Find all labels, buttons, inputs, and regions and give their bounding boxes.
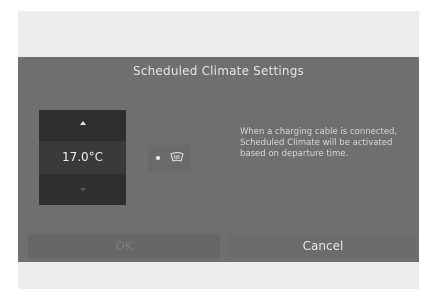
temperature-up-button[interactable] [39, 110, 126, 141]
ok-button[interactable]: OK [28, 234, 220, 258]
defrost-toggle-button[interactable] [148, 145, 190, 171]
dialog-title: Scheduled Climate Settings [133, 64, 304, 78]
front-defrost-icon [170, 152, 184, 162]
temperature-value: 17.0°C [39, 141, 126, 174]
scheduled-climate-dialog: Scheduled Climate Settings 17.0°C When a… [18, 57, 419, 262]
temperature-control: 17.0°C [39, 110, 126, 205]
triangle-up-icon [80, 121, 86, 125]
info-text: When a charging cable is connected, Sche… [240, 127, 398, 159]
cancel-button[interactable]: Cancel [229, 234, 417, 258]
triangle-down-icon [80, 188, 86, 192]
indicator-dot [156, 156, 160, 160]
temperature-down-button[interactable] [39, 174, 126, 205]
